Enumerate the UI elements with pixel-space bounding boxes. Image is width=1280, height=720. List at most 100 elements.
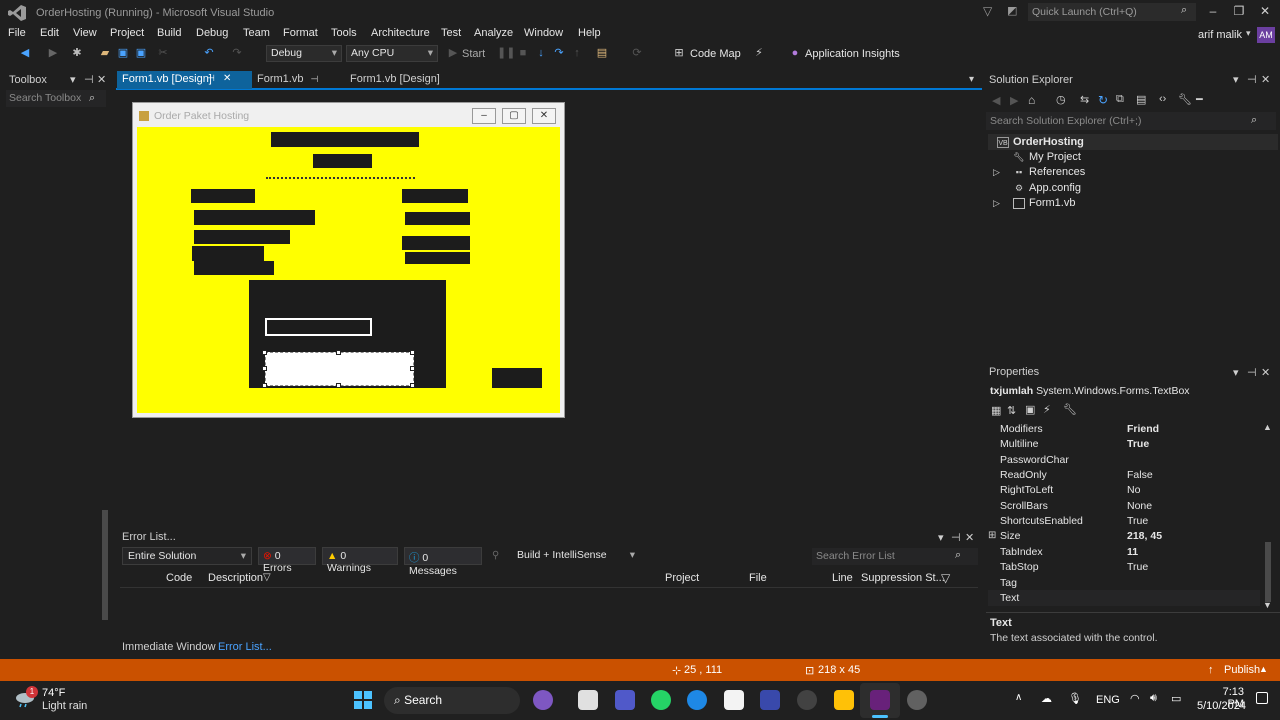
clock-date[interactable]: 5/10/2024 <box>1197 700 1246 712</box>
save-all-icon[interactable]: ▣ <box>134 46 148 60</box>
scrollbar-thumb[interactable] <box>1265 542 1271 602</box>
back-icon[interactable]: ◀ <box>992 94 1000 107</box>
notification-icon[interactable] <box>1256 692 1268 704</box>
tab-form1-code[interactable]: Form1.vb ⊣ <box>252 71 342 89</box>
new-project-icon[interactable]: ✱ <box>70 46 84 60</box>
subtitle-label-control[interactable] <box>313 154 372 168</box>
step-into-icon[interactable]: ↓ <box>534 46 548 60</box>
minimize-icon[interactable]: – <box>1202 4 1224 20</box>
close-icon[interactable]: ✕ <box>1254 4 1276 20</box>
menu-build[interactable]: Build <box>157 27 181 39</box>
close-icon[interactable]: ✕ <box>97 73 106 86</box>
tree-item-form1-vb[interactable]: Form1.vb <box>1029 197 1075 209</box>
title-label-control[interactable] <box>271 132 419 147</box>
column-project[interactable]: Project <box>665 572 699 584</box>
code-map-button[interactable]: Code Map <box>690 48 741 60</box>
teams-icon[interactable] <box>615 690 635 710</box>
onedrive-cloud-icon[interactable]: ☁ <box>1041 692 1052 705</box>
edge-icon[interactable] <box>687 690 707 710</box>
property-name[interactable]: RightToLeft <box>1000 484 1053 496</box>
property-name[interactable]: Modifiers <box>1000 423 1043 435</box>
minus-icon[interactable]: ━ <box>1196 93 1203 106</box>
menu-file[interactable]: File <box>8 27 26 39</box>
menu-analyze[interactable]: Analyze <box>474 27 513 39</box>
collapse-all-icon[interactable]: ⧉ <box>1116 93 1124 106</box>
search-icon[interactable]: ⌕ <box>955 549 961 562</box>
pin-icon[interactable]: ⊣ <box>1247 73 1257 86</box>
filter-icon[interactable]: ▽ <box>983 4 992 18</box>
refresh-icon[interactable]: ↻ <box>1098 93 1108 107</box>
menu-team[interactable]: Team <box>243 27 270 39</box>
browser-link-icon[interactable]: ⟳ <box>630 46 644 60</box>
label-control[interactable] <box>191 189 255 203</box>
property-name[interactable]: ReadOnly <box>1000 469 1047 481</box>
tree-item-orderhosting[interactable]: OrderHosting <box>1013 136 1084 148</box>
step-out-icon[interactable]: ↑ <box>570 46 584 60</box>
chevron-down-icon[interactable]: ▾ <box>1233 73 1239 86</box>
property-value[interactable]: True <box>1127 515 1148 527</box>
scrollbar-thumb[interactable] <box>102 510 108 620</box>
resize-handle[interactable] <box>410 366 415 371</box>
property-name[interactable]: TabIndex <box>1000 546 1043 558</box>
search-icon[interactable]: ⌕ <box>1181 4 1187 17</box>
resize-handle[interactable] <box>410 383 415 388</box>
search-icon[interactable]: ⌕ <box>1251 114 1257 127</box>
home-icon[interactable]: ⌂ <box>1028 93 1035 107</box>
text-field-control[interactable] <box>405 212 470 225</box>
scope-dropdown[interactable]: Entire Solution ▾ <box>122 547 252 565</box>
microphone-icon[interactable]: 🎙︎ <box>1068 692 1082 705</box>
configuration-dropdown[interactable]: Debug ▾ <box>266 45 342 62</box>
properties-icon[interactable]: ▣ <box>1025 403 1035 416</box>
form-minimize-icon[interactable]: – <box>472 108 496 124</box>
menu-edit[interactable]: Edit <box>40 27 59 39</box>
text-field-control[interactable] <box>405 252 470 264</box>
windows-start-icon[interactable] <box>353 690 373 710</box>
menu-debug[interactable]: Debug <box>196 27 228 39</box>
pin-icon[interactable]: ⊣ <box>951 531 961 544</box>
column-file[interactable]: File <box>749 572 767 584</box>
quick-launch-input[interactable]: Quick Launch (Ctrl+Q) <box>1028 3 1196 21</box>
whatsapp-icon[interactable] <box>651 690 671 710</box>
tab-immediate-window[interactable]: Immediate Window <box>122 641 216 653</box>
alphabetical-icon[interactable]: ⇅ <box>1007 404 1016 417</box>
expand-arrow-icon[interactable]: ▷ <box>993 167 1000 178</box>
expand-arrow-icon[interactable]: ▷ <box>993 198 1000 209</box>
forward-icon[interactable]: ▶ <box>46 46 60 60</box>
property-name[interactable]: Text <box>1000 592 1019 604</box>
platform-dropdown[interactable]: Any CPU ▾ <box>346 45 438 62</box>
property-value[interactable]: True <box>1127 438 1149 450</box>
errors-filter-button[interactable]: ⊗ 0 Errors <box>258 547 316 574</box>
column-description[interactable]: Description <box>208 572 263 584</box>
radio-option-control[interactable] <box>194 230 290 244</box>
tab-form1-design-active[interactable]: Form1.vb [Design] ⊣ ✕ <box>117 71 252 89</box>
form-close-icon[interactable]: ✕ <box>532 108 556 124</box>
selected-textbox-txjumlah[interactable] <box>265 352 414 386</box>
chevron-down-icon[interactable]: ▾ <box>1246 28 1251 39</box>
stop-icon[interactable]: ■ <box>516 46 530 60</box>
arrow-up-icon[interactable]: ↑ <box>1208 664 1214 676</box>
property-name[interactable]: PasswordChar <box>1000 454 1069 466</box>
code-map-icon[interactable]: ⊞ <box>672 46 686 60</box>
pin-icon[interactable]: ⊣ <box>311 74 319 84</box>
scroll-down-icon[interactable]: ▼ <box>1263 600 1272 610</box>
scroll-up-icon[interactable]: ▲ <box>1263 422 1272 432</box>
property-value[interactable]: False <box>1127 469 1153 481</box>
column-line[interactable]: Line <box>832 572 853 584</box>
redo-icon[interactable]: ↷ <box>230 46 244 60</box>
property-value[interactable]: None <box>1127 500 1152 512</box>
menu-test[interactable]: Test <box>441 27 461 39</box>
radio-option-control[interactable] <box>194 210 315 225</box>
sync-icon[interactable]: ⇆ <box>1080 93 1089 106</box>
forward-icon[interactable]: ▶ <box>1010 94 1018 107</box>
open-folder-icon[interactable]: ▰ <box>98 46 112 60</box>
pin-icon[interactable]: ⊣ <box>84 73 94 86</box>
radio-option-control[interactable] <box>194 261 274 275</box>
resize-handle[interactable] <box>262 383 267 388</box>
form-maximize-icon[interactable]: ▢ <box>502 108 526 124</box>
app-icon[interactable] <box>797 690 817 710</box>
solution-explorer-search-input[interactable]: Search Solution Explorer (Ctrl+;) <box>986 112 1276 130</box>
start-button[interactable]: Start <box>462 48 485 60</box>
avatar[interactable]: AM <box>1257 27 1275 43</box>
error-list-search-input[interactable]: Search Error List <box>812 548 978 565</box>
funnel-icon[interactable]: ⚲ <box>492 550 499 561</box>
